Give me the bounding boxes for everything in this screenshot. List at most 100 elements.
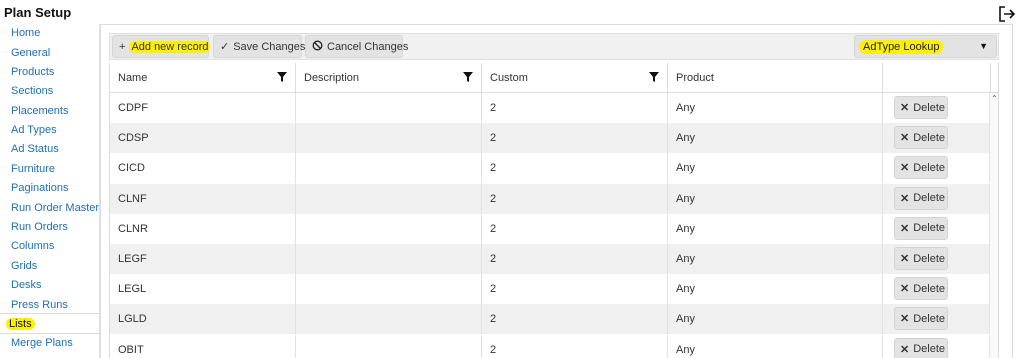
vertical-scrollbar[interactable]: [990, 93, 998, 358]
delete-button[interactable]: ✕ Delete: [894, 307, 948, 331]
cell-custom[interactable]: 2: [482, 153, 668, 184]
table-row[interactable]: CDSP 2 Any ✕ Delete: [110, 123, 990, 154]
delete-button[interactable]: ✕ Delete: [894, 126, 948, 150]
delete-button[interactable]: ✕ Delete: [894, 277, 948, 301]
cell-description[interactable]: [296, 93, 482, 123]
cancel-changes-button[interactable]: Cancel Changes: [305, 35, 408, 58]
close-icon: ✕: [900, 283, 910, 296]
sidebar-item-run-orders[interactable]: Run Orders: [11, 221, 68, 233]
save-changes-button[interactable]: ✓ Save Changes: [213, 35, 305, 58]
cell-custom[interactable]: 2: [482, 183, 668, 214]
table-row[interactable]: CLNF 2 Any ✕ Delete: [110, 183, 990, 214]
lookup-select[interactable]: AdType Lookup ▼: [854, 35, 997, 58]
sidebar-item-ad-types[interactable]: Ad Types: [11, 124, 57, 136]
cell-description[interactable]: [296, 274, 482, 305]
close-icon: ✕: [900, 253, 910, 265]
cell-description[interactable]: [296, 123, 482, 154]
cell-custom[interactable]: 2: [482, 123, 668, 154]
logout-icon[interactable]: [998, 5, 1016, 23]
cell-name[interactable]: CDSP: [110, 123, 296, 154]
filter-icon[interactable]: [463, 72, 473, 82]
sidebar-item-press-runs[interactable]: Press Runs: [11, 299, 68, 311]
sidebar-item-run-order-master[interactable]: Run Order Master: [11, 202, 99, 214]
grid-header: Name Description Custom Product: [110, 63, 998, 93]
cell-product[interactable]: Any: [668, 93, 883, 123]
sidebar-item-merge-plans[interactable]: Merge Plans: [11, 337, 73, 349]
sidebar-item-paginations[interactable]: Paginations: [11, 182, 69, 194]
close-icon: ✕: [900, 162, 910, 175]
cell-name[interactable]: OBIT: [110, 334, 296, 358]
table-row[interactable]: LEGL 2 Any ✕ Delete: [110, 274, 990, 305]
column-header-name[interactable]: Name: [110, 63, 296, 93]
cell-product[interactable]: Any: [668, 244, 883, 274]
cell-custom[interactable]: 2: [482, 244, 668, 274]
cell-custom[interactable]: 2: [482, 334, 668, 358]
delete-label: Delete: [913, 252, 946, 265]
delete-label: Delete: [913, 101, 946, 114]
delete-button[interactable]: ✕ Delete: [894, 247, 948, 270]
cell-product[interactable]: Any: [668, 304, 883, 335]
cell-name[interactable]: LGLD: [110, 304, 296, 335]
sidebar-divider: [0, 333, 100, 334]
column-header-description[interactable]: Description: [296, 63, 482, 93]
delete-button[interactable]: ✕ Delete: [894, 186, 948, 210]
cell-custom[interactable]: 2: [482, 93, 668, 123]
cell-description[interactable]: [296, 183, 482, 214]
cell-product[interactable]: Any: [668, 153, 883, 184]
cell-name[interactable]: CLNF: [110, 183, 296, 214]
delete-button[interactable]: ✕ Delete: [894, 96, 948, 119]
column-header-label: Product: [676, 72, 714, 84]
delete-button[interactable]: ✕ Delete: [894, 216, 948, 240]
cell-product[interactable]: Any: [668, 274, 883, 305]
scroll-up-icon[interactable]: ⌃: [991, 94, 998, 103]
delete-button[interactable]: ✕ Delete: [894, 156, 948, 180]
delete-label: Delete: [913, 282, 946, 295]
cell-description[interactable]: [296, 334, 482, 358]
sidebar-item-lists[interactable]: Lists: [6, 318, 35, 330]
cancel-circle-icon: [312, 40, 323, 54]
cell-product[interactable]: Any: [668, 123, 883, 154]
cell-product[interactable]: Any: [668, 183, 883, 214]
table-row[interactable]: CLNR 2 Any ✕ Delete: [110, 213, 990, 244]
cell-product[interactable]: Any: [668, 334, 883, 358]
column-header-custom[interactable]: Custom: [482, 63, 668, 93]
column-header-actions: [883, 63, 991, 93]
cell-name[interactable]: CDPF: [110, 93, 296, 123]
cell-name[interactable]: CLNR: [110, 213, 296, 244]
close-icon: ✕: [900, 102, 910, 114]
sidebar-item-desks[interactable]: Desks: [11, 279, 42, 291]
sidebar-item-furniture[interactable]: Furniture: [11, 163, 55, 175]
filter-icon[interactable]: [649, 72, 659, 82]
cell-name[interactable]: LEGL: [110, 274, 296, 305]
sidebar-item-sections[interactable]: Sections: [11, 85, 53, 97]
cell-product[interactable]: Any: [668, 213, 883, 244]
cell-custom[interactable]: 2: [482, 213, 668, 244]
add-record-button[interactable]: + Add new record: [112, 35, 211, 58]
cell-description[interactable]: [296, 244, 482, 274]
cell-custom[interactable]: 2: [482, 274, 668, 305]
table-row[interactable]: LEGF 2 Any ✕ Delete: [110, 244, 990, 274]
filter-icon[interactable]: [277, 72, 287, 82]
sidebar-item-grids[interactable]: Grids: [11, 260, 37, 272]
sidebar-item-columns[interactable]: Columns: [11, 240, 54, 252]
sidebar-item-products[interactable]: Products: [11, 66, 54, 78]
cell-description[interactable]: [296, 153, 482, 184]
sidebar-item-ad-status[interactable]: Ad Status: [11, 143, 59, 155]
column-header-product[interactable]: Product: [668, 63, 883, 93]
table-row[interactable]: CICD 2 Any ✕ Delete: [110, 153, 990, 184]
sidebar-item-placements[interactable]: Placements: [11, 105, 68, 117]
cell-description[interactable]: [296, 304, 482, 335]
cell-name[interactable]: CICD: [110, 153, 296, 184]
column-header-label: Description: [304, 72, 360, 84]
sidebar-item-general[interactable]: General: [11, 47, 50, 59]
cell-description[interactable]: [296, 213, 482, 244]
table-row[interactable]: LGLD 2 Any ✕ Delete: [110, 304, 990, 335]
table-row[interactable]: CDPF 2 Any ✕ Delete: [110, 93, 990, 123]
delete-button[interactable]: ✕ Delete: [894, 337, 948, 358]
cell-custom[interactable]: 2: [482, 304, 668, 335]
table-row[interactable]: OBIT 2 Any ✕ Delete: [110, 334, 990, 358]
cancel-changes-label: Cancel Changes: [327, 40, 409, 53]
sidebar-item-home[interactable]: Home: [11, 27, 40, 39]
close-icon: ✕: [900, 222, 910, 235]
cell-name[interactable]: LEGF: [110, 244, 296, 274]
